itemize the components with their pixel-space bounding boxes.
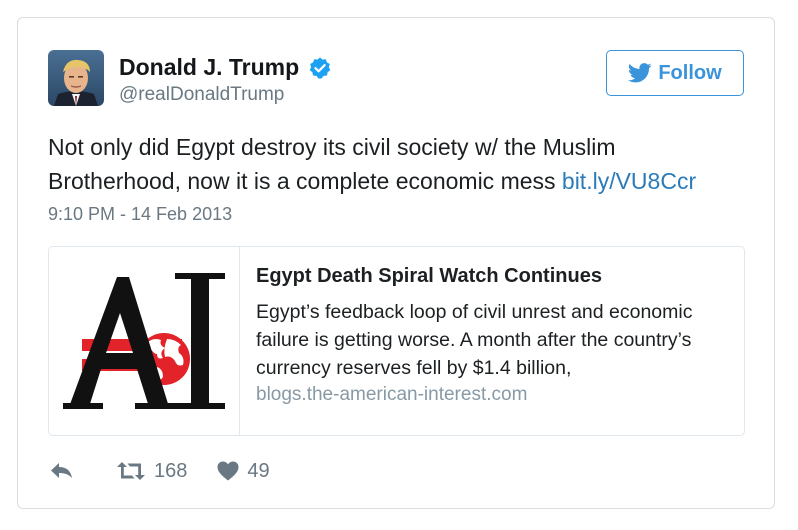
tweet-timestamp[interactable]: 9:10 PM - 14 Feb 2013	[48, 204, 232, 225]
avatar-image	[48, 50, 104, 106]
link-card-domain: blogs.the-american-interest.com	[256, 384, 528, 405]
embedded-tweet-card: Donald J. Trump @realDonaldTrump Follow …	[17, 17, 775, 509]
follow-button[interactable]: Follow	[606, 50, 744, 96]
twitter-bird-icon	[628, 63, 652, 83]
retweet-count: 168	[154, 459, 188, 482]
follow-label: Follow	[658, 61, 722, 84]
tweet-body: Not only did Egypt destroy its civil soc…	[48, 134, 616, 194]
link-preview-card[interactable]: Egypt Death Spiral Watch Continues Egypt…	[48, 246, 745, 436]
user-handle[interactable]: @realDonaldTrump	[119, 84, 284, 106]
link-card-title: Egypt Death Spiral Watch Continues	[256, 265, 602, 287]
display-name[interactable]: Donald J. Trump	[119, 54, 299, 81]
like-button[interactable]: 49	[217, 459, 270, 483]
link-card-description: Egypt’s feedback loop of civil unrest an…	[256, 301, 693, 378]
verified-badge-icon	[309, 57, 331, 79]
link-card-image	[49, 247, 240, 435]
american-interest-logo	[63, 273, 225, 409]
tweet-text: Not only did Egypt destroy its civil soc…	[48, 130, 748, 198]
heart-icon	[217, 461, 239, 481]
retweet-icon	[117, 462, 145, 480]
reply-icon	[51, 463, 72, 478]
reply-button[interactable]	[50, 462, 74, 480]
like-count: 49	[247, 459, 270, 482]
avatar[interactable]	[48, 50, 104, 106]
tweet-actions: 168 49	[50, 458, 270, 484]
tweet-link[interactable]: bit.ly/VU8Ccr	[562, 168, 696, 194]
link-card-body: Egypt Death Spiral Watch Continues Egypt…	[256, 265, 726, 406]
retweet-button[interactable]: 168	[116, 460, 187, 483]
